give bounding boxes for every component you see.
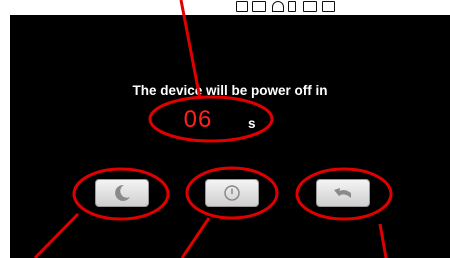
image-icon	[236, 1, 248, 12]
shutdown-message: The device will be power off in	[132, 83, 328, 98]
countdown-value: 06	[183, 106, 213, 133]
settings-icon	[322, 1, 335, 12]
wifi-icon	[272, 1, 284, 12]
back-button[interactable]	[316, 179, 370, 207]
undo-arrow-icon	[334, 188, 351, 198]
status-bar	[230, 0, 450, 13]
moon-icon	[115, 184, 130, 201]
sleep-button[interactable]	[95, 179, 149, 207]
shutdown-screen	[10, 15, 450, 258]
countdown-unit: s	[248, 116, 256, 131]
power-icon	[224, 185, 240, 201]
power-button[interactable]	[205, 179, 259, 207]
signal-icon	[288, 1, 296, 12]
screenshot-icon	[252, 1, 266, 12]
battery-icon	[303, 1, 317, 12]
